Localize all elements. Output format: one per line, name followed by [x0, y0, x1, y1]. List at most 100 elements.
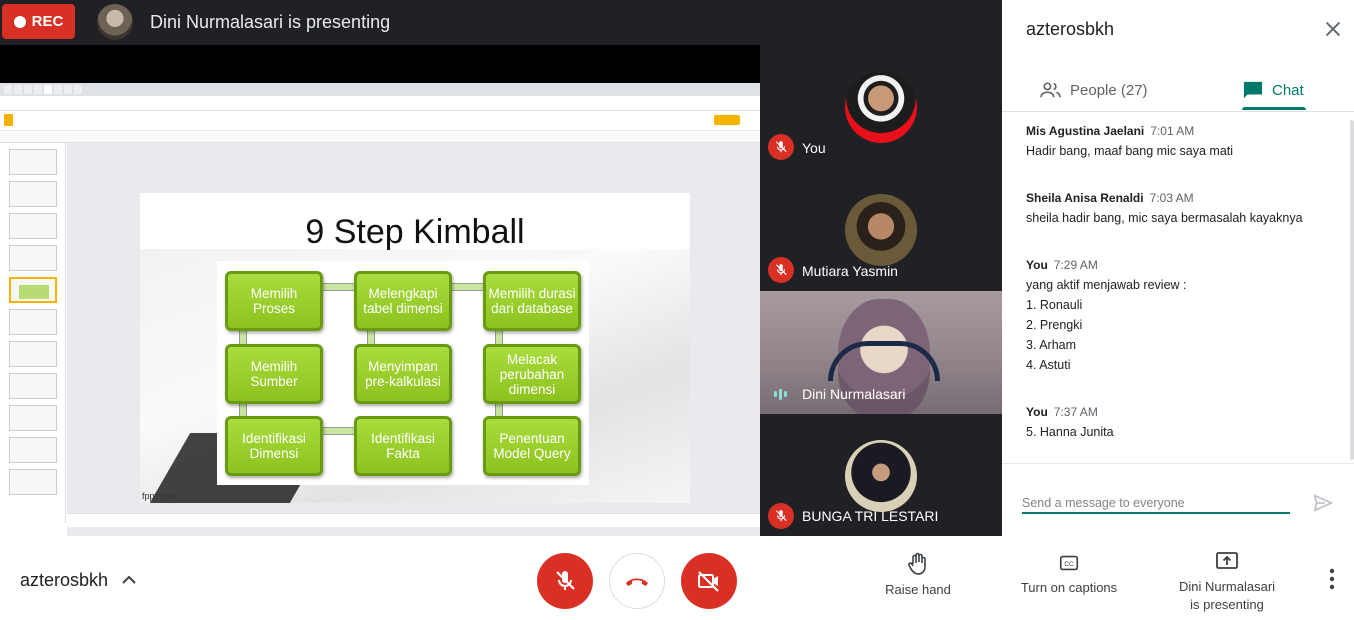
presenting-line1: Dini Nurmalasari — [1178, 579, 1276, 594]
mic-off-icon — [768, 257, 794, 283]
chat-message: Mis Agustina Jaelani 7:01 AM Hadir bang, … — [1026, 124, 1336, 158]
active-tab-indicator — [1242, 107, 1306, 110]
slide-title: 9 Step Kimball — [305, 213, 525, 251]
participant-name: BUNGA TRI LESTARI — [802, 508, 939, 524]
step-box: Memilih Sumber — [225, 344, 323, 404]
shared-slides-header — [0, 111, 760, 131]
avatar — [845, 71, 917, 143]
captions-button[interactable]: CC Turn on captions — [1012, 552, 1126, 595]
chat-message: You 7:29 AM yang aktif menjawab review : … — [1026, 258, 1336, 372]
panel-title: azterosbkh — [1026, 19, 1115, 39]
participant-tile-you[interactable]: You — [760, 45, 1002, 168]
slide-thumbnail — [9, 149, 57, 175]
more-options-icon[interactable] — [1322, 566, 1342, 592]
message-text: 3. Arham — [1026, 338, 1077, 352]
shared-browser-tabs — [0, 83, 760, 96]
participant-name: Dini Nurmalasari — [802, 386, 906, 402]
presenter-title: Dini Nurmalasari is presenting — [150, 12, 391, 32]
avatar — [845, 440, 917, 512]
presenter-avatar — [97, 4, 133, 40]
message-time: 7:37 AM — [1053, 405, 1098, 419]
tab-people[interactable]: People (27) — [1040, 70, 1148, 110]
slide-thumbnail — [9, 437, 57, 463]
bottom-bar: azterosbkh Raise hand CC Turn on caption… — [0, 536, 1354, 620]
step-box: Melacak perubahan dimensi — [483, 344, 581, 404]
participant-tile-mutiara[interactable]: Mutiara Yasmin — [760, 168, 1002, 291]
message-text: 1. Ronauli — [1026, 298, 1083, 312]
slide-thumbnail — [9, 341, 57, 367]
slide-thumbnail-active — [9, 277, 57, 303]
message-text: yang aktif menjawab review : — [1026, 278, 1187, 292]
participant-tile-dini[interactable]: Dini Nurmalasari — [760, 291, 1002, 414]
hand-icon — [908, 552, 926, 575]
top-bar: REC Dini Nurmalasari is presenting — [0, 0, 1002, 45]
participant-name: Mutiara Yasmin — [802, 263, 898, 279]
message-text: 2. Prengki — [1026, 318, 1083, 332]
chat-message: Sheila Anisa Renaldi 7:03 AM sheila hadir… — [1026, 191, 1336, 225]
mic-toggle-button[interactable] — [537, 553, 593, 609]
slide-thumbnail — [9, 245, 57, 271]
message-sender: You — [1026, 405, 1048, 419]
message-text: 4. Astuti — [1026, 358, 1071, 372]
slide-thumbnail — [9, 309, 57, 335]
step-box: Memilih Proses — [225, 271, 323, 331]
slide-thumbnail — [9, 213, 57, 239]
avatar — [845, 194, 917, 266]
message-text: 5. Hanna Junita — [1026, 425, 1114, 439]
slide-thumbnail — [9, 405, 57, 431]
raise-hand-button[interactable]: Raise hand — [880, 552, 956, 597]
tab-chat[interactable]: Chat — [1242, 70, 1304, 110]
chevron-up-icon[interactable] — [120, 572, 138, 588]
send-icon[interactable] — [1312, 492, 1334, 514]
message-text: sheila hadir bang, mic saya bermasalah k… — [1026, 211, 1303, 225]
shared-slides-toolbar — [0, 131, 760, 143]
meeting-name[interactable]: azterosbkh — [20, 570, 108, 591]
chat-icon — [1243, 81, 1263, 99]
presenting-button[interactable]: Dini Nurmalasari is presenting — [1165, 550, 1289, 614]
message-sender: You — [1026, 258, 1048, 272]
captions-label: Turn on captions — [1020, 580, 1118, 595]
leave-call-button[interactable] — [609, 553, 665, 609]
step-box: Melengkapi tabel dimensi — [354, 271, 452, 331]
slide-thumbnail — [9, 469, 57, 495]
camera-off-icon — [698, 571, 719, 592]
presenting-line2: is presenting — [1190, 597, 1264, 612]
side-panel: azterosbkh People (27) Chat Mis Agustina… — [1002, 0, 1354, 536]
svg-text:CC: CC — [1064, 561, 1074, 568]
captions-icon: CC — [1059, 555, 1079, 571]
tab-people-label: People (27) — [1070, 81, 1148, 99]
step-box: Menyimpan pre-kalkulasi — [354, 344, 452, 404]
message-sender: Mis Agustina Jaelani — [1026, 124, 1145, 138]
slides-share-button — [714, 115, 740, 125]
mic-off-icon — [556, 571, 575, 590]
kimball-steps-diagram: Memilih Proses Melengkapi tabel dimensi … — [217, 261, 589, 485]
message-sender: Sheila Anisa Renaldi — [1026, 191, 1144, 205]
participant-tile-bunga[interactable]: BUNGA TRI LESTARI — [760, 414, 1002, 536]
message-composer — [1002, 463, 1354, 536]
step-box: Identifikasi Fakta — [354, 416, 452, 476]
message-time: 7:03 AM — [1149, 191, 1194, 205]
slide-footer: fppt.com — [142, 491, 177, 501]
present-screen-icon — [1216, 552, 1238, 569]
current-slide: 9 Step Kimball Memilih Proses Melengkapi… — [140, 193, 690, 503]
hang-up-icon — [626, 578, 648, 586]
people-icon — [1040, 82, 1061, 98]
slide-thumbnail — [9, 373, 57, 399]
rec-label: REC — [31, 13, 64, 30]
message-time: 7:29 AM — [1053, 258, 1098, 272]
chat-scrollbar[interactable] — [1350, 120, 1354, 460]
slide-thumbnail — [9, 181, 57, 207]
shared-url-bar — [0, 96, 760, 111]
message-text: Hadir bang, maaf bang mic saya mati — [1026, 144, 1234, 158]
slide-filmstrip — [0, 143, 66, 523]
speaker-notes — [67, 513, 760, 527]
camera-toggle-button[interactable] — [681, 553, 737, 609]
speaking-icon — [774, 388, 790, 400]
participant-name: You — [802, 140, 826, 156]
message-input[interactable] — [1022, 494, 1290, 514]
mic-off-icon — [768, 503, 794, 529]
recording-badge[interactable]: REC — [2, 4, 75, 39]
close-icon[interactable] — [1322, 18, 1344, 40]
message-time: 7:01 AM — [1150, 124, 1195, 138]
step-box: Memilih durasi dari database — [483, 271, 581, 331]
